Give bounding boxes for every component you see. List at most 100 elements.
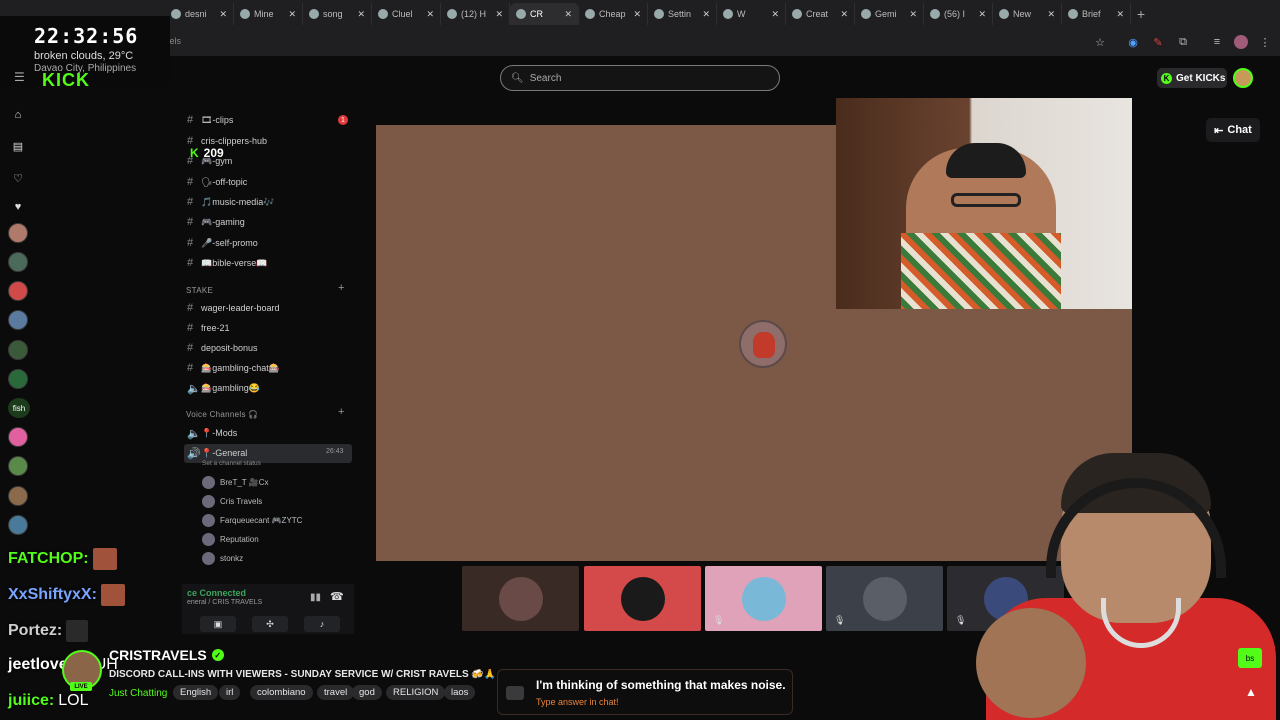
kick-logo[interactable]: KICK [42,70,90,91]
voice-member[interactable]: stonkz [202,552,243,565]
discord-channel[interactable]: # 🎵music-media🎶 [187,196,274,208]
discord-channel[interactable]: # 📖bible-verse📖 [187,257,267,269]
followed-channel-avatar[interactable] [8,310,28,330]
add-channel-icon[interactable]: + [338,282,344,294]
stream-category[interactable]: Just Chatting [109,688,167,699]
followed-channel-avatar[interactable] [8,281,28,301]
chat-username[interactable]: FATCHOP: [8,550,89,568]
discord-channel[interactable]: # 🎞-clips [187,114,233,126]
new-tab-button[interactable]: + [1131,4,1151,24]
browser-tab[interactable]: (56) I ✕ [924,3,993,25]
close-icon[interactable]: ✕ [633,9,641,20]
channel-status[interactable]: Set a channel status [202,460,261,467]
followed-channel-avatar[interactable] [8,369,28,389]
call-participant-tile[interactable] [584,566,701,631]
chat-username[interactable]: Portez: [8,622,62,640]
home-icon[interactable]: ⌂ [11,108,25,122]
voice-category[interactable]: Voice Channels 🎧 [186,410,259,419]
extension-audio-icon[interactable]: ◉ [1126,35,1140,49]
soundboard-button[interactable]: ♪ [304,616,340,632]
discord-channel[interactable]: # 🎰gambling-chat🎰 [187,362,280,374]
browser-tab[interactable]: CR ✕ [510,3,579,25]
browser-tab[interactable]: (12) H ✕ [441,3,510,25]
followed-channel-avatar[interactable] [8,223,28,243]
star-icon[interactable]: ☆ [1093,35,1107,49]
hamburger-icon[interactable]: ☰ [14,70,25,84]
stream-tag[interactable]: colombiano [250,685,313,700]
chat-toggle-button[interactable]: ⇤ Chat [1206,118,1260,142]
voice-member[interactable]: Cris Travels [202,495,262,508]
close-icon[interactable]: ✕ [426,9,434,20]
chat-username[interactable]: XxShiftyxX: [8,586,97,604]
browser-tab[interactable]: Mine ✕ [234,3,303,25]
browse-icon[interactable]: ▤ [11,139,25,153]
browser-tab[interactable]: Settin ✕ [648,3,717,25]
discord-channel[interactable]: # free-21 [187,322,230,334]
followed-channel-avatar[interactable] [8,456,28,476]
stream-tag[interactable]: laos [444,685,476,700]
voice-member[interactable]: BreT_T 🎥Cx [202,476,269,489]
get-kicks-button[interactable]: K Get KICKs [1157,68,1227,88]
stream-tag[interactable]: RELIGION [386,685,446,700]
playlist-icon[interactable]: ≡ [1210,35,1224,49]
browser-tab[interactable]: Brief ✕ [1062,3,1131,25]
browser-tab[interactable]: Cluel ✕ [372,3,441,25]
call-participant-tile[interactable]: 🎙︎ [826,566,943,631]
discord-channel[interactable]: # 🎮-gaming [187,216,245,228]
discord-channel[interactable]: 🔈 📍-Mods [187,427,237,440]
extensions-icon[interactable]: ⧉ [1176,35,1190,49]
extension-pen-icon[interactable]: ✎ [1151,35,1165,49]
close-icon[interactable]: ✕ [495,9,503,20]
stake-category[interactable]: STAKE [186,286,213,295]
follow-badge[interactable]: bs [1238,648,1262,668]
user-avatar[interactable] [1233,68,1253,88]
close-icon[interactable]: ✕ [288,9,296,20]
close-icon[interactable]: ✕ [357,9,365,20]
browser-tab[interactable]: Creat ✕ [786,3,855,25]
close-icon[interactable]: ✕ [909,9,917,20]
close-icon[interactable]: ✕ [564,9,572,20]
favorites-heart-icon[interactable]: ♥ [11,200,25,214]
followed-channel-avatar[interactable] [8,486,28,506]
stream-tag[interactable]: travel [317,685,355,700]
followed-channel-avatar[interactable] [8,340,28,360]
close-icon[interactable]: ✕ [1047,9,1055,20]
followed-channel-fish[interactable]: fish [8,398,30,418]
channel-name[interactable]: CRISTRAVELS ✓ [109,647,224,663]
screen-share-button[interactable]: ▣ [200,616,236,632]
discord-channel[interactable]: 🔈 🎰gambling😂 [187,382,260,395]
disconnect-icon[interactable]: ☎ [330,590,344,603]
browser-tab[interactable]: Cheap ✕ [579,3,648,25]
address-bar[interactable]: avels ☆ ◉ ✎ ⧉ ≡ ⋮ [0,28,1280,56]
call-participant-tile[interactable]: 🎙︎ [705,566,822,631]
browser-tab[interactable]: New ✕ [993,3,1062,25]
call-participant-tile[interactable] [462,566,579,631]
search-input[interactable]: 🔍︎ Search [500,65,780,91]
close-icon[interactable]: ✕ [1116,9,1124,20]
following-heart-icon[interactable]: ♡ [11,171,25,185]
close-icon[interactable]: ✕ [840,9,848,20]
browser-tab[interactable]: Gemi ✕ [855,3,924,25]
browser-tab[interactable]: song ✕ [303,3,372,25]
followed-channel-avatar[interactable] [8,427,28,447]
stream-tag[interactable]: irl [219,685,241,700]
discord-channel[interactable]: # deposit-bonus [187,342,258,354]
followed-channel-avatar[interactable] [8,515,28,535]
followed-channel-avatar[interactable] [8,252,28,272]
activities-button[interactable]: ✣ [252,616,288,632]
close-icon[interactable]: ✕ [978,9,986,20]
speaker-avatar[interactable] [739,320,787,368]
discord-channel[interactable]: # 🗣-off-topic [187,176,247,188]
close-icon[interactable]: ✕ [771,9,779,20]
stream-tag[interactable]: god [352,685,382,700]
close-icon[interactable]: ✕ [219,9,227,20]
chat-username[interactable]: juiice: [8,692,54,710]
discord-channel[interactable]: # 🎤-self-promo [187,237,258,249]
close-icon[interactable]: ✕ [702,9,710,20]
browser-tab[interactable]: desni ✕ [165,3,234,25]
stream-tag[interactable]: English [173,685,219,700]
discord-channel[interactable]: # wager-leader-board [187,302,280,314]
browser-tab[interactable]: W ✕ [717,3,786,25]
discord-channel[interactable]: 🔊 📍-General [187,447,247,460]
add-channel-icon[interactable]: + [338,406,344,418]
